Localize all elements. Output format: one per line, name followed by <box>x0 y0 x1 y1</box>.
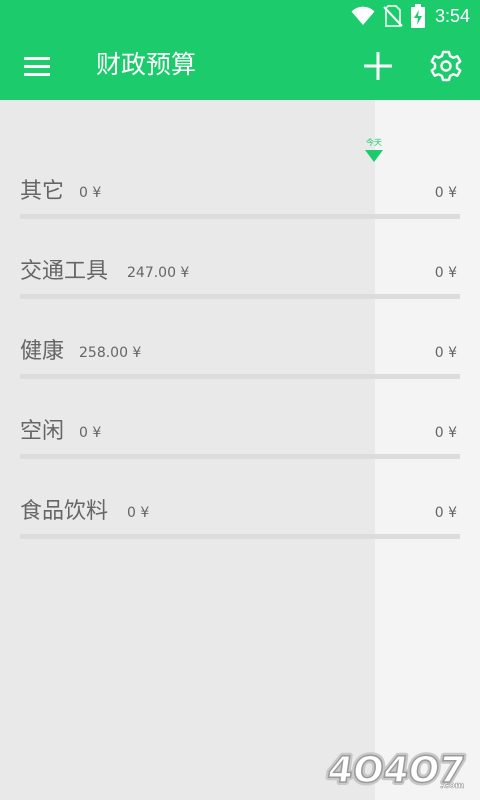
budget-row[interactable]: 食品饮料 0 ¥ 0 ¥ <box>20 488 460 568</box>
progress-bar <box>20 214 460 219</box>
category-name: 交通工具 <box>20 259 109 284</box>
no-sim-icon <box>383 5 403 27</box>
budget-amount: 0 ¥ <box>434 505 457 521</box>
plus-icon <box>364 52 392 80</box>
budget-row[interactable]: 交通工具 247.00 ¥ 0 ¥ <box>20 248 460 328</box>
category-name: 其它 <box>20 179 65 204</box>
progress-bar <box>20 534 460 539</box>
settings-button[interactable] <box>428 48 464 84</box>
progress-bar <box>20 294 460 299</box>
spent-amount: 0 ¥ <box>79 425 102 441</box>
spent-amount: 247.00 ¥ <box>127 265 190 281</box>
spent-amount: 258.00 ¥ <box>79 345 142 361</box>
budget-amount: 0 ¥ <box>434 345 457 361</box>
category-name: 食品饮料 <box>20 499 109 524</box>
today-arrow-icon <box>365 150 383 162</box>
budget-amount: 0 ¥ <box>434 185 457 201</box>
spent-amount: 0 ¥ <box>79 185 102 201</box>
status-icons: 3:54 <box>351 4 470 28</box>
svg-text:.com: .com <box>440 781 464 791</box>
gear-icon <box>430 50 462 82</box>
budget-amount: 0 ¥ <box>434 425 457 441</box>
today-marker: 今天 <box>364 138 384 164</box>
progress-bar <box>20 454 460 459</box>
budget-amount: 0 ¥ <box>434 265 457 281</box>
wifi-icon <box>351 6 375 25</box>
watermark-logo: 4O4O7 4O4O7 .com <box>322 745 470 792</box>
today-label: 今天 <box>366 138 382 147</box>
spent-amount: 0 ¥ <box>127 505 150 521</box>
menu-icon <box>24 57 50 76</box>
category-name: 空闲 <box>20 419 65 444</box>
category-name: 健康 <box>20 339 65 364</box>
menu-button[interactable] <box>20 50 54 82</box>
add-button[interactable] <box>360 48 396 84</box>
budget-list: 其它 0 ¥ 0 ¥ 交通工具 247.00 ¥ 0 ¥ 健康 258.00 ¥… <box>20 168 460 568</box>
budget-row[interactable]: 健康 258.00 ¥ 0 ¥ <box>20 328 460 408</box>
budget-content: 今天 其它 0 ¥ 0 ¥ 交通工具 247.00 ¥ 0 ¥ 健康 258.0… <box>0 100 480 800</box>
page-title: 财政预算 <box>96 50 197 79</box>
clock: 3:54 <box>434 5 470 26</box>
app-bar: 财政预算 <box>0 32 480 100</box>
status-bar: 3:54 <box>0 0 480 32</box>
budget-row[interactable]: 其它 0 ¥ 0 ¥ <box>20 168 460 248</box>
battery-charging-icon <box>410 4 425 28</box>
progress-bar <box>20 374 460 379</box>
budget-row[interactable]: 空闲 0 ¥ 0 ¥ <box>20 408 460 488</box>
